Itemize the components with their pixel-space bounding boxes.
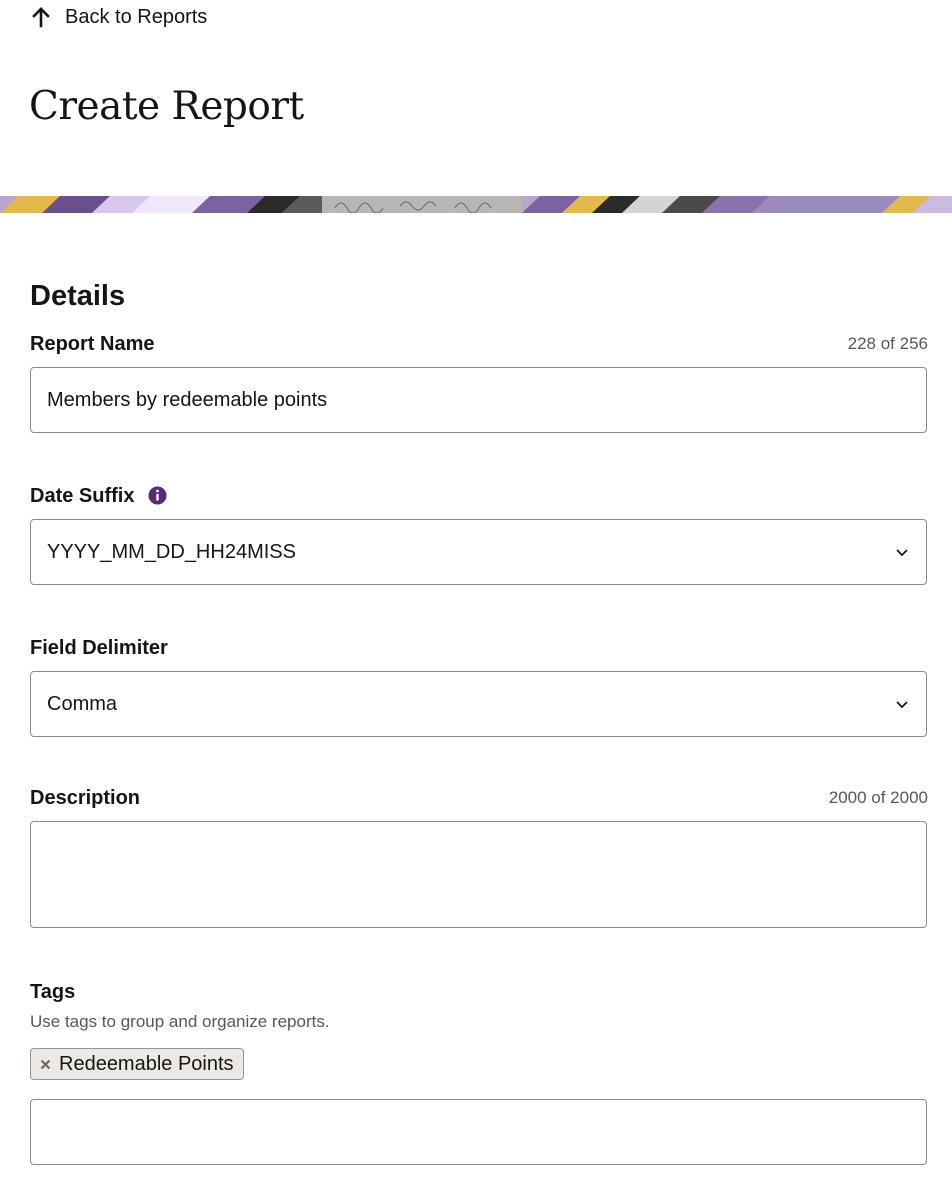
description-label: Description	[30, 787, 141, 809]
chevron-down-icon	[896, 549, 908, 557]
date-suffix-label: Date Suffix	[30, 485, 135, 507]
tags-help-text: Use tags to group and organize reports.	[30, 1012, 330, 1031]
report-name-char-counter: 228 of 256	[847, 334, 928, 353]
page-title: Create Report	[29, 84, 304, 129]
date-suffix-select[interactable]: YYYY_MM_DD_HH24MISS	[30, 519, 927, 585]
chevron-down-icon	[896, 701, 908, 709]
report-name-input[interactable]: Members by redeemable points	[30, 367, 927, 433]
description-textarea[interactable]	[30, 821, 927, 928]
tags-label: Tags	[30, 981, 76, 1003]
report-name-label: Report Name	[30, 333, 155, 355]
back-to-reports-link[interactable]: Back to Reports	[30, 5, 207, 29]
field-delimiter-label: Field Delimiter	[30, 637, 168, 659]
description-char-counter: 2000 of 2000	[828, 788, 928, 807]
tag-chip: Redeemable Points	[30, 1048, 244, 1080]
field-delimiter-value: Comma	[47, 692, 118, 715]
arrow-up-icon	[32, 7, 50, 28]
date-suffix-value: YYYY_MM_DD_HH24MISS	[47, 540, 296, 563]
report-name-value: Members by redeemable points	[47, 388, 328, 411]
decorative-banner	[0, 196, 952, 213]
section-title-details: Details	[30, 280, 126, 312]
close-icon[interactable]	[40, 1059, 51, 1070]
info-icon[interactable]	[148, 486, 167, 505]
back-link-label: Back to Reports	[65, 5, 208, 28]
tag-chip-label: Redeemable Points	[59, 1052, 234, 1075]
field-delimiter-select[interactable]: Comma	[30, 671, 927, 737]
tags-input[interactable]	[30, 1099, 927, 1165]
